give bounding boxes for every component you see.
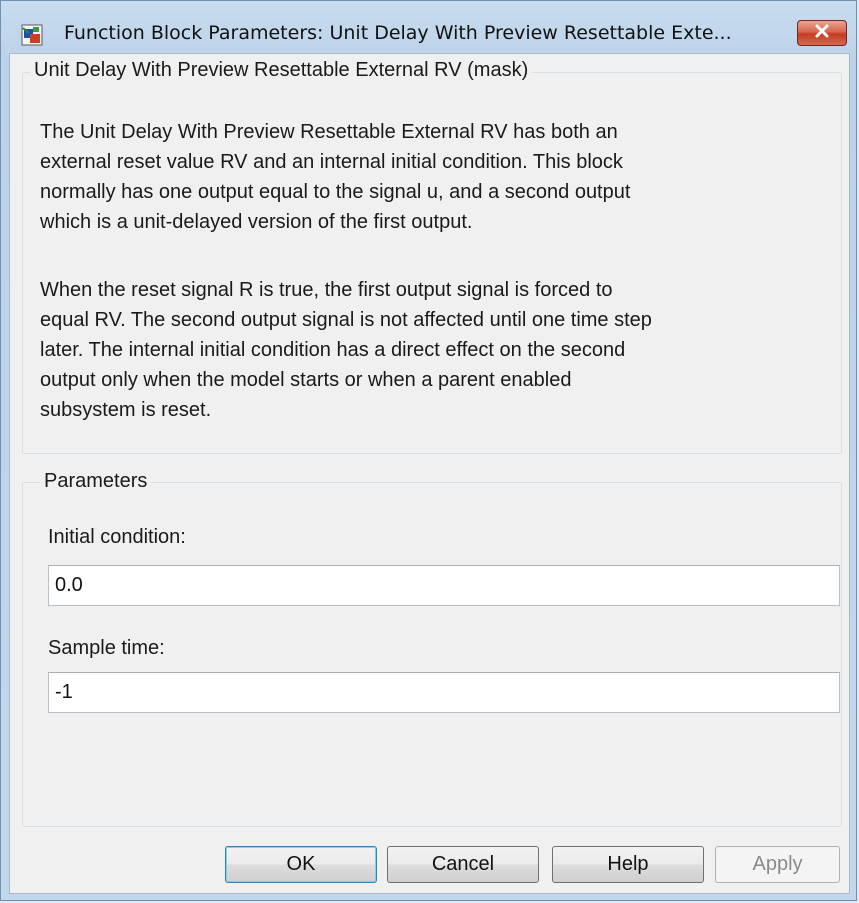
help-button[interactable]: Help — [552, 846, 704, 883]
mask-legend: Unit Delay With Preview Resettable Exter… — [30, 59, 533, 82]
description-paragraph-2: When the reset signal R is true, the fir… — [40, 279, 652, 421]
close-icon — [813, 24, 831, 43]
description-paragraph-1: The Unit Delay With Preview Resettable E… — [40, 121, 631, 233]
parameters-legend: Parameters — [40, 470, 152, 493]
dialog-window: Function Block Parameters: Unit Delay Wi… — [0, 0, 857, 901]
dialog-client-area: Unit Delay With Preview Resettable Exter… — [9, 53, 850, 894]
window-title: Function Block Parameters: Unit Delay Wi… — [64, 22, 732, 44]
initial-condition-input[interactable] — [48, 565, 840, 606]
sample-time-input[interactable] — [48, 672, 840, 713]
title-bar[interactable]: Function Block Parameters: Unit Delay Wi… — [1, 1, 858, 53]
initial-condition-label: Initial condition: — [48, 526, 186, 548]
cancel-button[interactable]: Cancel — [387, 846, 539, 883]
ok-button[interactable]: OK — [225, 846, 377, 883]
apply-button[interactable]: Apply — [715, 846, 840, 883]
simulink-block-icon — [21, 24, 43, 46]
close-button[interactable] — [797, 20, 847, 46]
sample-time-label: Sample time: — [48, 637, 165, 659]
